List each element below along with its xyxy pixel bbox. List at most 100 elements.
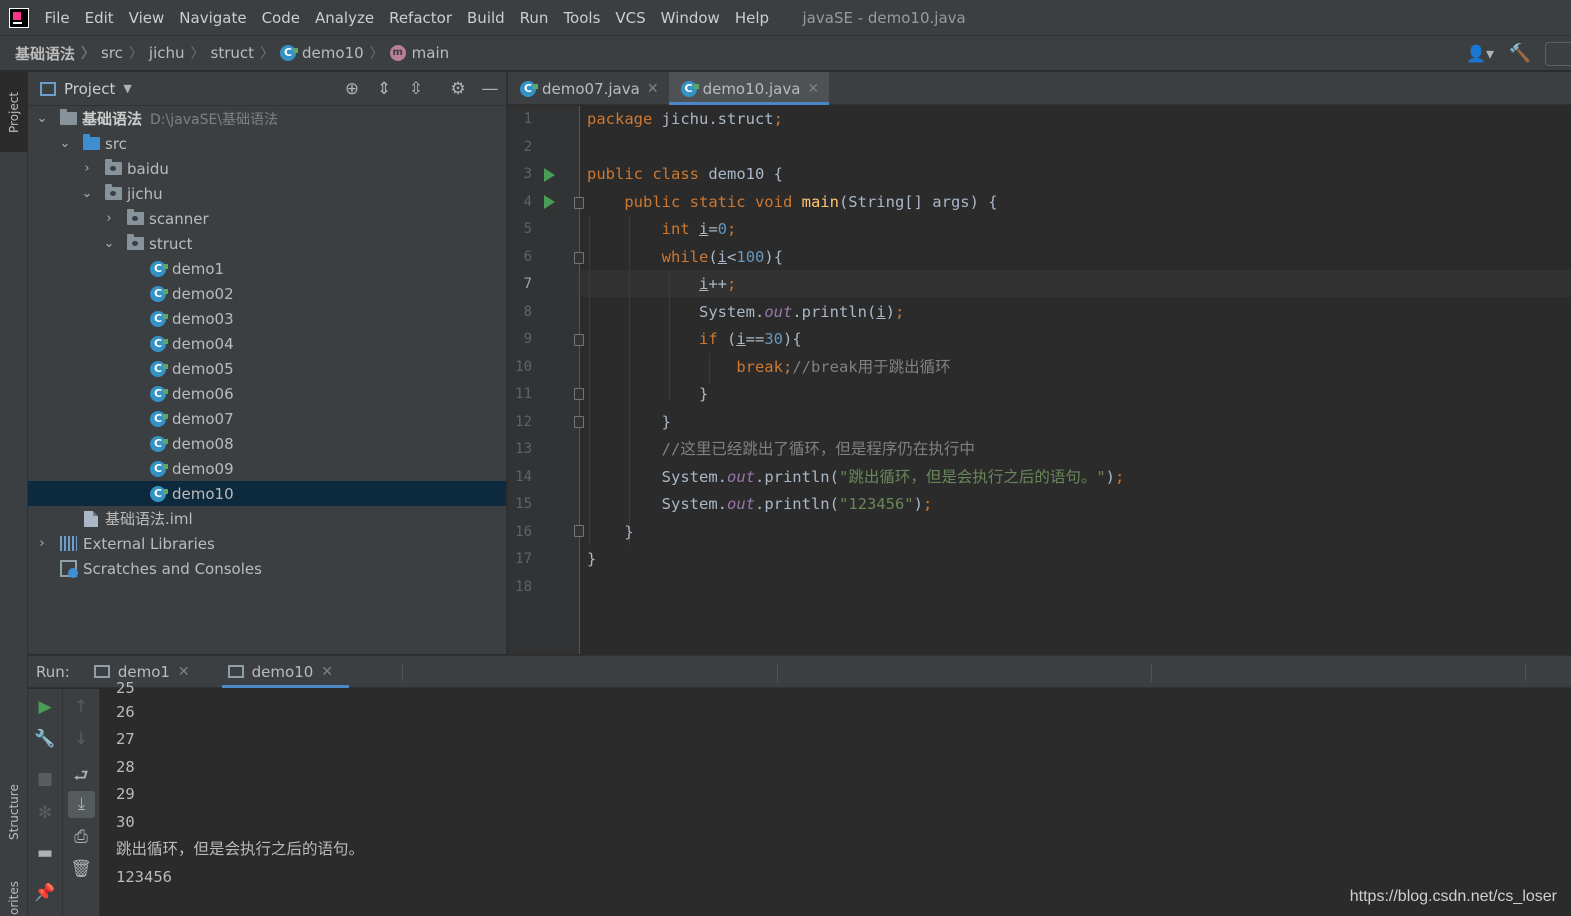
project-view-icon [40,81,56,96]
tree-item-class[interactable]: C demo09 [28,456,506,481]
chevron-down-icon[interactable]: ▼ [123,82,131,95]
breadcrumb-demo10[interactable]: Cdemo10 〉 [274,43,384,63]
chevron-down-icon[interactable]: ⌄ [36,111,48,126]
close-icon[interactable]: ✕ [321,664,333,680]
chevron-right-icon[interactable]: › [81,161,93,176]
tree-item-class[interactable]: C demo04 [28,331,506,356]
menu-build[interactable]: Build [460,0,513,36]
menu-window[interactable]: Window [653,0,727,36]
tree-item-class[interactable]: C demo1 [28,256,506,281]
tree-item-class[interactable]: C demo07 [28,406,506,431]
user-account-icon[interactable]: 👤▾ [1465,42,1495,66]
debug-settings-icon[interactable]: ✻ [28,803,62,823]
build-hammer-button[interactable]: 🔨 [1505,42,1535,66]
breadcrumb-src[interactable]: src 〉 [95,43,143,63]
wrench-icon[interactable]: 🔧 [28,729,62,749]
chevron-down-icon[interactable]: ⌄ [59,136,71,151]
gear-icon[interactable]: ⚙ [442,79,474,99]
fold-icon[interactable] [574,252,584,264]
menu-analyze[interactable]: Analyze [307,0,381,36]
console-line: 28 [116,758,135,776]
locate-icon[interactable]: ⊕ [336,79,368,99]
chevron-right-icon[interactable]: › [36,536,48,551]
chevron-down-icon[interactable]: ⌄ [103,236,115,251]
nav-toolbar: 👤▾ 🔨 [1465,36,1571,71]
fold-icon[interactable] [574,416,584,428]
scroll-to-end-icon[interactable]: ⤓ [68,791,95,818]
tree-item-struct[interactable]: ⌄ struct [28,231,506,256]
rerun-icon[interactable]: ▶ [28,697,62,717]
run-gutter-icon[interactable] [544,168,555,182]
tree-item-class[interactable]: C demo08 [28,431,506,456]
tab-label: demo07.java [542,79,640,98]
arrow-down-icon[interactable]: ↓ [63,729,99,749]
chevron-right-icon[interactable]: › [103,211,115,226]
close-icon[interactable]: ✕ [807,81,819,97]
fold-icon[interactable] [574,334,584,346]
iml-file-icon [84,510,98,527]
tool-tab-structure[interactable]: Structure [0,772,28,852]
code-line-10: break;//break用于跳出循环 [736,358,951,376]
run-gutter-icon[interactable] [544,195,555,209]
tool-tab-project[interactable]: Project [0,72,28,152]
menu-help[interactable]: Help [727,0,776,36]
console-line: 跳出循环，但是会执行之后的语句。 [116,840,365,858]
breadcrumb-main[interactable]: m main [384,44,449,62]
close-icon[interactable]: ✕ [178,664,190,680]
tool-tab-favorites[interactable]: orites [0,878,28,916]
layout-button[interactable] [1545,41,1571,66]
tree-label: jichu [127,184,163,203]
breadcrumb-struct[interactable]: struct 〉 [205,43,275,63]
collapse-all-icon[interactable]: ⇳ [400,79,432,99]
menu-navigate[interactable]: Navigate [172,0,254,36]
menu-refactor[interactable]: Refactor [382,0,460,36]
project-title[interactable]: Project [64,80,115,98]
tree-item-class[interactable]: C demo03 [28,306,506,331]
chevron-down-icon[interactable]: ⌄ [81,186,93,201]
minimize-icon[interactable]: — [474,79,506,99]
menu-code[interactable]: Code [254,0,307,36]
tree-item-src[interactable]: ⌄ src [28,131,506,156]
soft-wrap-icon[interactable]: ⮐ [63,763,99,792]
code-editor[interactable]: 1 2 3 4 5 6 7 8 9 10 11 12 13 14 15 16 1… [508,106,1571,654]
tree-item-class-selected[interactable]: C demo10 [28,481,506,506]
tree-item-external-libraries[interactable]: › External Libraries [28,531,506,556]
menu-view[interactable]: View [121,0,172,36]
java-class-icon: C [150,285,168,302]
menu-edit[interactable]: Edit [77,0,121,36]
menu-run[interactable]: Run [512,0,556,36]
arrow-up-icon[interactable]: ↑ [63,697,99,717]
tree-item-class[interactable]: C demo05 [28,356,506,381]
tree-item-scratches[interactable]: Scratches and Consoles [28,556,506,581]
run-tab-demo10[interactable]: demo10 ✕ [221,655,350,688]
menu-tools[interactable]: Tools [556,0,608,36]
expand-all-icon[interactable]: ⇕ [368,79,400,99]
menu-vcs[interactable]: VCS [608,0,653,36]
stop-icon[interactable]: ■ [28,769,62,789]
menu-file[interactable]: File [37,0,77,36]
tree-item-class[interactable]: C demo06 [28,381,506,406]
console-output[interactable]: 25 26 27 28 29 30 跳出循环，但是会执行之后的语句。 12345… [100,679,1571,916]
tab-demo07[interactable]: C demo07.java ✕ [508,72,669,105]
tree-item-jichu[interactable]: ⌄ jichu [28,181,506,206]
tree-item-iml[interactable]: 基础语法.iml [28,506,506,531]
trash-icon[interactable]: 🗑 [63,859,99,879]
tree-item-scanner[interactable]: › scanner [28,206,506,231]
close-icon[interactable]: ✕ [647,81,659,97]
fold-icon[interactable] [574,525,584,537]
fold-icon[interactable] [574,197,584,209]
java-class-icon: C [150,385,168,402]
print-icon[interactable]: ⎙ [63,827,99,847]
tree-label: scanner [149,209,209,228]
breadcrumb-jichu[interactable]: jichu 〉 [143,43,205,63]
tree-item-baidu[interactable]: › baidu [28,156,506,181]
pin-icon[interactable]: 📌 [28,883,62,903]
tree-item-class[interactable]: C demo02 [28,281,506,306]
layout-icon[interactable]: ▬ [28,843,62,863]
fold-icon[interactable] [574,388,584,400]
run-tab-demo1[interactable]: demo1 ✕ [88,655,206,688]
tree-item-root[interactable]: ⌄ 基础语法 D:\javaSE\基础语法 [28,106,506,131]
tree-label: demo03 [172,309,234,328]
breadcrumb-project[interactable]: 基础语法〉 [0,43,95,64]
tab-demo10[interactable]: C demo10.java ✕ [668,72,830,105]
